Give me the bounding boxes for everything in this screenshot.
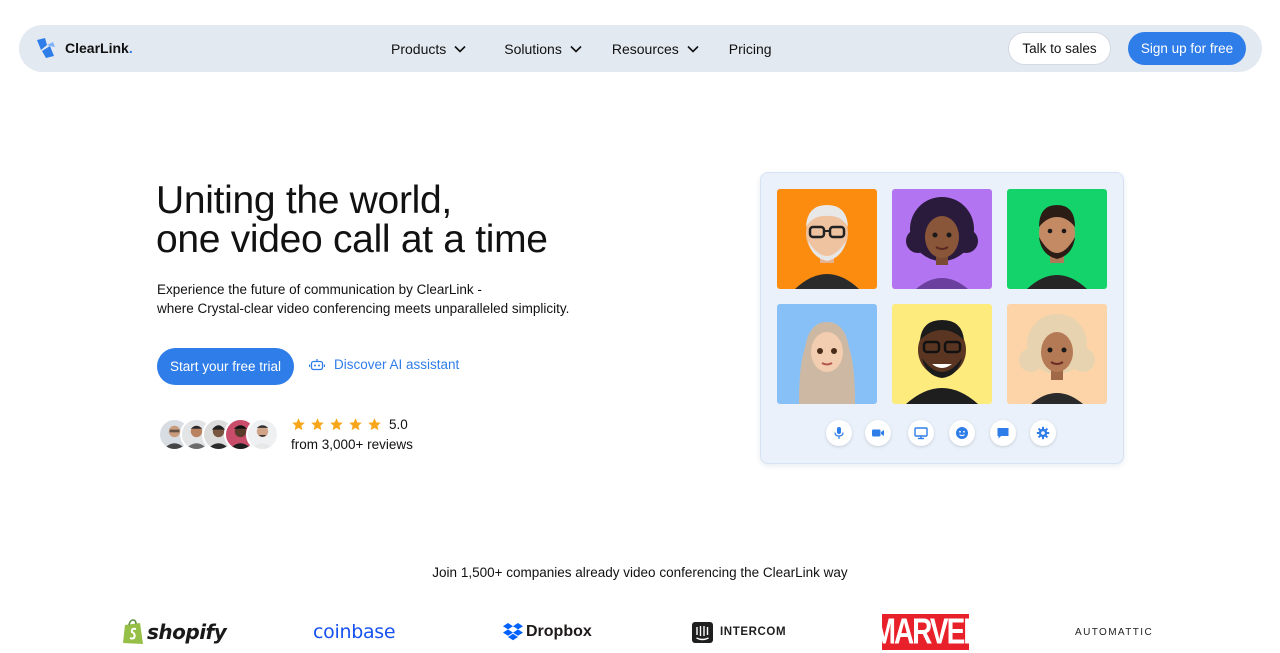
marvel-wordmark: MARVEL [872, 611, 981, 652]
star-icon [311, 418, 324, 431]
brand-name: ClearLink [65, 40, 129, 56]
participant-tile-man-glasses [892, 304, 992, 404]
nav-item-resources-label: Resources [611, 40, 679, 57]
hero-title-line-1: Uniting the world, [156, 179, 452, 222]
hero-subtitle-line-1: Experience the future of communication b… [157, 282, 482, 297]
shopify-wordmark: shopify [147, 620, 227, 644]
hero-title: Uniting the world, one video call at a t… [156, 181, 548, 259]
avatar [246, 418, 279, 451]
settings-button[interactable] [1030, 420, 1056, 446]
robot-icon [309, 358, 325, 370]
dropbox-icon [503, 623, 523, 641]
hero-subtitle-line-2: where Crystal-clear video conferencing m… [157, 301, 570, 316]
chevron-down-icon [570, 45, 582, 53]
hero-subtitle: Experience the future of communication b… [157, 280, 569, 318]
reviews-count: from 3,000+ reviews [291, 437, 413, 452]
shopify-logo: shopify [122, 612, 227, 652]
nav-item-products-label: Products [391, 40, 447, 57]
chevron-down-icon [454, 45, 466, 53]
nav-item-products[interactable]: Products [391, 41, 466, 57]
nav-item-solutions[interactable]: Solutions [504, 41, 582, 57]
brand-logo[interactable]: ClearLink. [34, 36, 133, 60]
video-call-preview [760, 172, 1124, 464]
screen-share-icon [914, 427, 928, 440]
main-menu: Products Solutions Resources Pricing [391, 25, 772, 72]
microphone-button[interactable] [826, 420, 852, 446]
automattic-wordmark: AUTOMATTIC [1075, 626, 1154, 638]
emoji-icon [956, 427, 968, 439]
star-icon [292, 418, 305, 431]
dropbox-wordmark: Dropbox [526, 623, 592, 640]
intercom-icon [692, 621, 713, 643]
dropbox-logo: Dropbox [503, 612, 592, 652]
discover-ai-assistant-link[interactable]: Discover AI assistant [309, 357, 459, 372]
star-icon [330, 418, 343, 431]
intercom-wordmark: INTERCOM [720, 626, 787, 638]
participant-tile-woman-blonde [1007, 304, 1107, 404]
coinbase-logo: coinbase [313, 612, 396, 652]
marvel-logo: MARVEL [873, 611, 981, 651]
top-navigation-bar: ClearLink. Products Solutions Resources … [19, 25, 1262, 72]
talk-to-sales-button[interactable]: Talk to sales [1008, 32, 1111, 65]
chat-icon [997, 428, 1009, 439]
camera-button[interactable] [865, 420, 891, 446]
participant-tile-woman-curly-hair [892, 189, 992, 289]
chat-button[interactable] [990, 420, 1016, 446]
reactions-button[interactable] [949, 420, 975, 446]
shopify-bag-icon [123, 619, 143, 644]
screen-share-button[interactable] [908, 420, 934, 446]
clearlink-logo-icon [37, 38, 55, 58]
coinbase-wordmark: coinbase [313, 621, 396, 643]
star-icon [349, 418, 362, 431]
participant-tile-older-man [777, 189, 877, 289]
brand-dot: . [128, 40, 133, 56]
intercom-logo: INTERCOM [692, 612, 786, 652]
microphone-icon [834, 427, 844, 439]
nav-item-pricing-label: Pricing [728, 40, 772, 57]
participant-tile-bearded-man [1007, 189, 1107, 289]
settings-icon [1036, 426, 1050, 440]
star-icon [368, 418, 381, 431]
rating-stars: 5.0 [291, 417, 408, 432]
companies-heading: Join 1,500+ companies already video conf… [432, 565, 848, 580]
nav-item-resources[interactable]: Resources [612, 41, 699, 57]
nav-item-solutions-label: Solutions [504, 40, 562, 57]
nav-item-pricing[interactable]: Pricing [729, 41, 772, 57]
automattic-logo: AUTOMATTIC [1075, 612, 1153, 652]
hero-title-line-2: one video call at a time [156, 218, 548, 261]
sign-up-button[interactable]: Sign up for free [1128, 32, 1246, 65]
chevron-down-icon [687, 45, 699, 53]
rating-value: 5.0 [389, 417, 408, 432]
participant-tile-woman-hijab [777, 304, 877, 404]
discover-ai-assistant-label: Discover AI assistant [334, 357, 460, 372]
video-camera-icon [872, 429, 884, 437]
reviewer-avatars [158, 418, 279, 452]
start-free-trial-button[interactable]: Start your free trial [157, 348, 294, 385]
